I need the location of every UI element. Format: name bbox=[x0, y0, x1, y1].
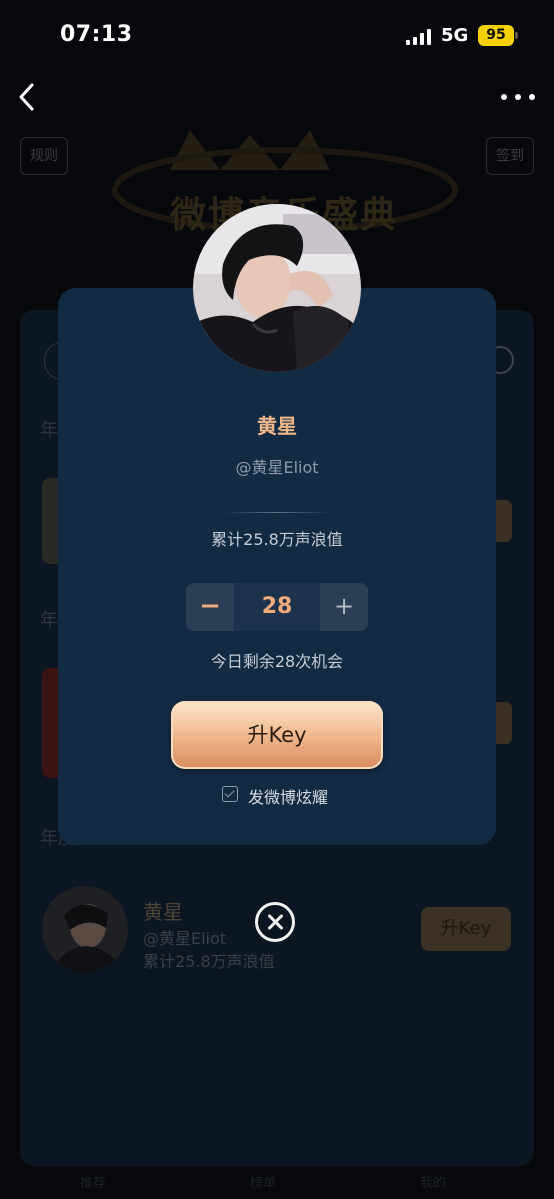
artist-handle: @黄星Eliot bbox=[235, 458, 319, 477]
artist-total: 累计25.8万声浪值 bbox=[143, 952, 275, 971]
row-upkey-button[interactable]: 升Key bbox=[421, 907, 511, 951]
signin-button[interactable]: 签到 bbox=[486, 137, 534, 175]
divider bbox=[224, 512, 330, 513]
quantity-value[interactable]: 28 bbox=[234, 583, 320, 631]
tab-ranking[interactable]: 榜单 bbox=[250, 1172, 276, 1191]
year-label: 年 bbox=[40, 610, 58, 631]
back-icon[interactable] bbox=[12, 80, 46, 114]
avatar bbox=[193, 204, 361, 372]
more-dots-icon[interactable] bbox=[498, 88, 538, 106]
artist-name: 黄星 bbox=[143, 900, 183, 924]
avatar[interactable] bbox=[42, 886, 128, 972]
artist-handle: @黄星Eliot bbox=[143, 929, 227, 948]
close-icon[interactable] bbox=[255, 902, 295, 942]
total-sound-wave: 累计25.8万声浪值 bbox=[211, 530, 343, 549]
rules-button[interactable]: 规则 bbox=[20, 137, 68, 175]
decrease-button[interactable]: − bbox=[186, 583, 234, 631]
tab-mine[interactable]: 我的 bbox=[420, 1172, 446, 1191]
quantity-stepper: − 28 + bbox=[186, 583, 368, 631]
upkey-button[interactable]: 升Key bbox=[171, 701, 383, 769]
remaining-chances: 今日剩余28次机会 bbox=[210, 652, 344, 671]
artist-name: 黄星 bbox=[257, 414, 297, 438]
checkbox-icon[interactable] bbox=[222, 786, 238, 802]
share-label: 发微博炫耀 bbox=[248, 788, 329, 807]
bottom-tabs: 推荐 榜单 我的 bbox=[0, 1166, 554, 1199]
tab-recommend[interactable]: 推荐 bbox=[80, 1172, 106, 1191]
increase-button[interactable]: + bbox=[320, 583, 368, 631]
